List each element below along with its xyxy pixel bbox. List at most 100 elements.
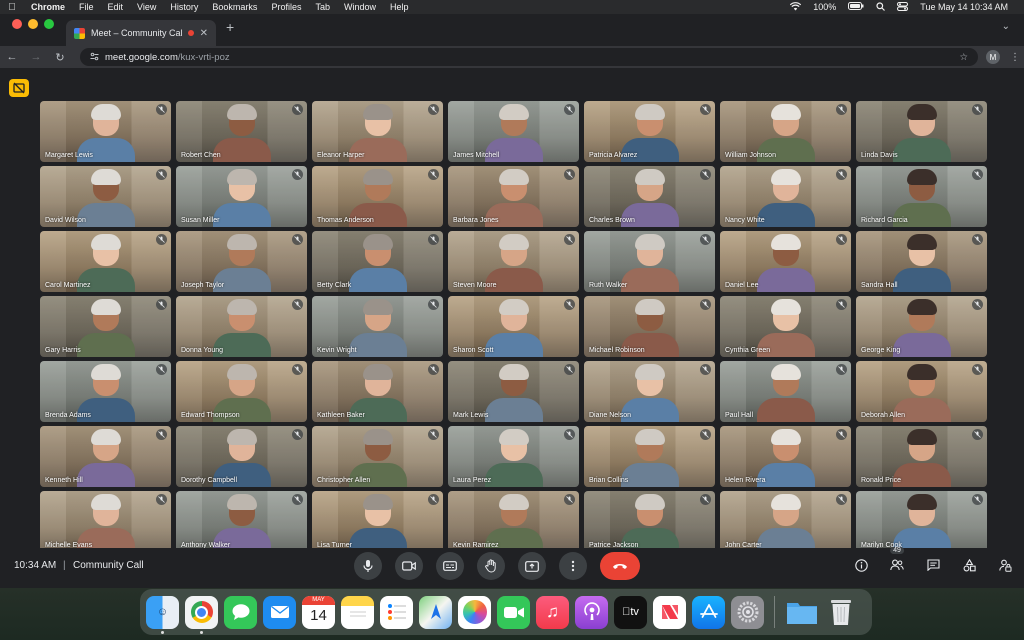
activities-button[interactable] — [960, 556, 978, 574]
participant-tile[interactable]: Barbara Jones — [448, 166, 579, 227]
participant-tile[interactable]: Kathleen Baker — [312, 361, 443, 422]
minimize-window-button[interactable] — [28, 19, 38, 29]
participant-tile[interactable]: David Wilson — [40, 166, 171, 227]
battery-icon[interactable] — [842, 2, 870, 12]
reminders-icon[interactable] — [380, 595, 413, 629]
menu-help[interactable]: Help — [383, 2, 416, 12]
participant-tile[interactable]: Brenda Adams — [40, 361, 171, 422]
notes-icon[interactable] — [341, 595, 374, 629]
participant-tile[interactable]: Lisa Turner — [312, 491, 443, 552]
facetime-icon[interactable] — [497, 595, 530, 629]
participant-tile[interactable]: William Johnson — [720, 101, 851, 162]
participant-tile[interactable]: Richard Garcia — [856, 166, 987, 227]
host-controls-button[interactable] — [996, 556, 1014, 574]
menu-history[interactable]: History — [163, 2, 205, 12]
participant-tile[interactable]: Diane Nelson — [584, 361, 715, 422]
spotlight-search-icon[interactable] — [870, 1, 891, 13]
browser-tab-meet[interactable]: Meet – Community Call ✕ — [66, 20, 216, 46]
browser-menu-icon[interactable]: ⋮ — [1006, 52, 1024, 63]
menu-app-name[interactable]: Chrome — [24, 2, 72, 12]
participant-tile[interactable]: Cynthia Green — [720, 296, 851, 357]
participant-tile[interactable]: Donna Young — [176, 296, 307, 357]
maps-icon[interactable] — [419, 595, 452, 629]
close-tab-icon[interactable]: ✕ — [200, 28, 208, 39]
address-bar[interactable]: meet.google.com/kux-vrti-poz ☆ — [80, 48, 978, 66]
menu-window[interactable]: Window — [337, 2, 383, 12]
participant-tile[interactable]: Kenneth Hill — [40, 426, 171, 487]
present-screen-button[interactable] — [518, 552, 546, 580]
participant-tile[interactable]: Charles Brown — [584, 166, 715, 227]
participant-tile[interactable]: Ronald Price — [856, 426, 987, 487]
music-icon[interactable]: ♫ — [536, 595, 569, 629]
participant-tile[interactable]: Paul Hall — [720, 361, 851, 422]
participant-tile[interactable]: Carol Martinez — [40, 231, 171, 292]
site-info-icon[interactable] — [90, 52, 99, 63]
participant-tile[interactable]: Betty Clark — [312, 231, 443, 292]
menu-clock[interactable]: Tue May 14 10:34 AM — [914, 2, 1014, 12]
people-button[interactable]: 49 — [888, 547, 906, 574]
system-settings-icon[interactable] — [731, 595, 764, 629]
tab-search-chevron-icon[interactable]: ⌄ — [988, 21, 1024, 40]
microphone-button[interactable] — [354, 552, 382, 580]
photos-icon[interactable] — [458, 595, 491, 629]
camera-button[interactable] — [395, 552, 423, 580]
participant-tile[interactable]: Patrice Jackson — [584, 491, 715, 552]
menu-edit[interactable]: Edit — [101, 2, 131, 12]
participant-tile[interactable]: Kevin Wright — [312, 296, 443, 357]
profile-avatar[interactable]: M — [986, 50, 1000, 64]
participant-tile[interactable]: John Carter — [720, 491, 851, 552]
participant-tile[interactable]: Marilyn Cook — [856, 491, 987, 552]
participant-tile[interactable]: Steven Moore — [448, 231, 579, 292]
participant-tile[interactable]: Gary Harris — [40, 296, 171, 357]
mail-icon[interactable] — [263, 595, 296, 629]
menu-bookmarks[interactable]: Bookmarks — [205, 2, 264, 12]
participant-tile[interactable]: Edward Thompson — [176, 361, 307, 422]
downloads-folder-icon[interactable] — [785, 596, 818, 629]
finder-icon[interactable]: ☺ — [146, 595, 179, 634]
menu-file[interactable]: File — [72, 2, 101, 12]
bookmark-star-icon[interactable]: ☆ — [959, 52, 968, 63]
close-window-button[interactable] — [12, 19, 22, 29]
participant-tile[interactable]: James Mitchell — [448, 101, 579, 162]
trash-icon[interactable] — [824, 596, 857, 629]
app-store-icon[interactable] — [692, 595, 725, 629]
leave-call-button[interactable] — [600, 552, 640, 580]
raise-hand-button[interactable] — [477, 552, 505, 580]
participant-tile[interactable]: Michael Robinson — [584, 296, 715, 357]
participant-tile[interactable]: Sandra Hall — [856, 231, 987, 292]
participant-tile[interactable]: Thomas Anderson — [312, 166, 443, 227]
hand-raise-notice-icon[interactable] — [9, 79, 29, 97]
participant-tile[interactable]: Christopher Allen — [312, 426, 443, 487]
forward-arrow-icon[interactable]: → — [24, 51, 48, 63]
podcasts-icon[interactable] — [575, 595, 608, 629]
apple-menu-icon[interactable]:  — [0, 2, 24, 13]
messages-icon[interactable] — [224, 595, 257, 629]
participant-tile[interactable]: Sharon Scott — [448, 296, 579, 357]
more-options-button[interactable] — [559, 552, 587, 580]
participant-tile[interactable]: Brian Collins — [584, 426, 715, 487]
participant-tile[interactable]: Anthony Walker — [176, 491, 307, 552]
menu-profiles[interactable]: Profiles — [264, 2, 308, 12]
new-tab-button[interactable]: + — [216, 19, 244, 41]
zoom-window-button[interactable] — [44, 19, 54, 29]
control-center-icon[interactable] — [891, 1, 914, 13]
participant-tile[interactable]: Linda Davis — [856, 101, 987, 162]
news-icon[interactable] — [653, 595, 686, 629]
participant-tile[interactable]: George King — [856, 296, 987, 357]
participant-tile[interactable]: Mark Lewis — [448, 361, 579, 422]
participant-tile[interactable]: Daniel Lee — [720, 231, 851, 292]
participant-tile[interactable]: Susan Miller — [176, 166, 307, 227]
chrome-icon[interactable] — [185, 595, 218, 634]
participant-tile[interactable]: Margaret Lewis — [40, 101, 171, 162]
participant-tile[interactable]: Helen Rivera — [720, 426, 851, 487]
captions-button[interactable] — [436, 552, 464, 580]
participant-tile[interactable]: Michelle Evans — [40, 491, 171, 552]
participant-tile[interactable]: Deborah Allen — [856, 361, 987, 422]
participant-tile[interactable]: Robert Chen — [176, 101, 307, 162]
participant-tile[interactable]: Ruth Walker — [584, 231, 715, 292]
reload-icon[interactable]: ↻ — [48, 51, 72, 64]
wifi-icon[interactable] — [784, 1, 807, 13]
participant-tile[interactable]: Kevin Ramirez — [448, 491, 579, 552]
participant-tile[interactable]: Nancy White — [720, 166, 851, 227]
chat-button[interactable] — [924, 556, 942, 574]
